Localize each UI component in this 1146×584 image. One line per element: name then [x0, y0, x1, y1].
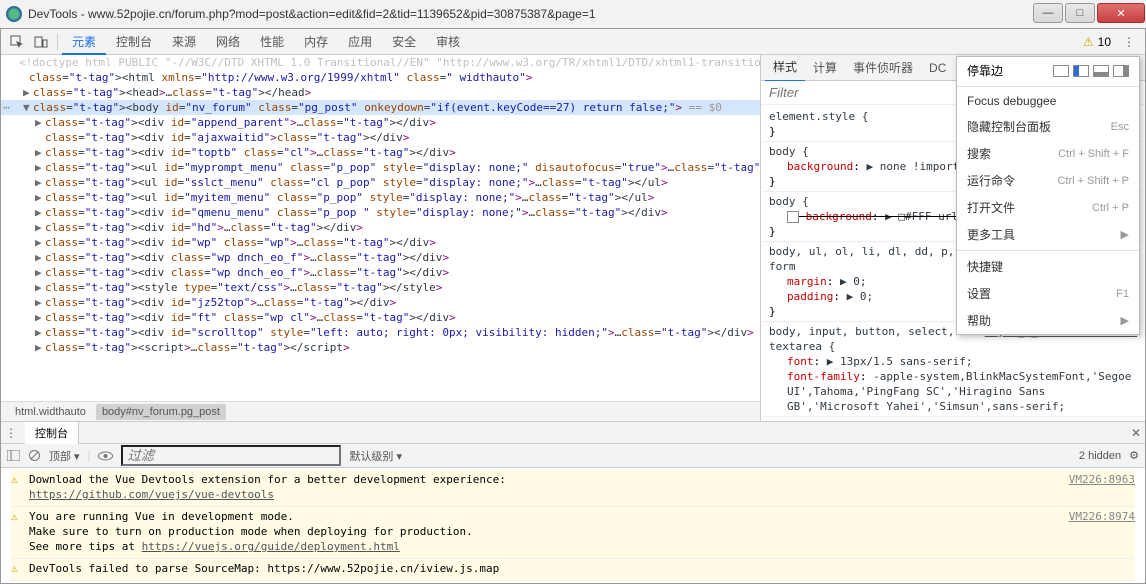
dom-node[interactable]: ▶class="t-tag"><ul id="myprompt_menu" cl…	[1, 160, 760, 175]
tab-application[interactable]: 应用	[338, 28, 382, 55]
context-selector[interactable]: 顶部 ▾	[49, 448, 80, 464]
window-controls: — □ ✕	[1032, 3, 1146, 25]
console-sidebar-icon[interactable]	[7, 450, 20, 461]
dock-undock-icon[interactable]	[1053, 65, 1069, 77]
minimize-button[interactable]: —	[1033, 3, 1063, 23]
dom-node[interactable]: ▶class="t-tag"><div id="append_parent">……	[1, 115, 760, 130]
maximize-button[interactable]: □	[1065, 3, 1095, 23]
tab-network[interactable]: 网络	[206, 28, 250, 55]
breadcrumb-item[interactable]: body#nv_forum.pg_post	[96, 404, 226, 420]
console-drawer: ⋮ 控制台 ✕ 顶部 ▾ | 默认级别 ▾ 2 hidden ⚙ VM226:8…	[1, 422, 1145, 583]
dom-node[interactable]: class="t-tag"><html xmlns="http://www.w3…	[1, 70, 760, 85]
main-tabstrip: 元素 控制台 来源 网络 性能 内存 应用 安全 审核 10 ⋮	[1, 29, 1145, 55]
dom-node[interactable]: ▶class="t-tag"><ul id="myitem_menu" clas…	[1, 190, 760, 205]
dom-tree[interactable]: <!doctype html PUBLIC "-//W3C//DTD XHTML…	[1, 55, 760, 401]
console-message[interactable]: VM226:8974You are running Vue in develop…	[11, 507, 1135, 559]
dom-node[interactable]: ▶class="t-tag"><div id="toptb" class="cl…	[1, 145, 760, 160]
menu-item[interactable]: 打开文件Ctrl + P	[957, 194, 1139, 221]
console-message[interactable]: VM226:8963Download the Vue Devtools exte…	[11, 470, 1135, 507]
dom-node[interactable]: ▶class="t-tag"><div id="jz52top">…class=…	[1, 295, 760, 310]
message-source-link[interactable]: VM226:8963	[1069, 472, 1135, 487]
warning-count[interactable]: 10	[1083, 35, 1111, 49]
tab-audits[interactable]: 审核	[426, 28, 470, 55]
message-link[interactable]: https://vuejs.org/guide/deployment.html	[142, 540, 400, 553]
dom-node[interactable]: ▶class="t-tag"><div id="scrolltop" style…	[1, 325, 760, 340]
tab-memory[interactable]: 内存	[294, 28, 338, 55]
tab-performance[interactable]: 性能	[250, 28, 294, 55]
tab-styles[interactable]: 样式	[765, 53, 805, 82]
property-checkbox[interactable]	[787, 211, 799, 223]
tab-computed[interactable]: 计算	[805, 54, 845, 81]
menu-item[interactable]: 运行命令Ctrl + Shift + P	[957, 167, 1139, 194]
message-source-link[interactable]: VM226:8974	[1069, 509, 1135, 524]
warning-icon	[11, 472, 18, 487]
warning-number: 10	[1098, 35, 1111, 49]
dom-node[interactable]: ▶class="t-tag"><style type="text/css">…c…	[1, 280, 760, 295]
menu-item[interactable]: 更多工具▶	[957, 221, 1139, 248]
dom-node[interactable]: ▶class="t-tag"><div id="hd">…class="t-ta…	[1, 220, 760, 235]
clear-console-icon[interactable]	[28, 449, 41, 462]
message-link[interactable]: https://github.com/vuejs/vue-devtools	[29, 488, 274, 501]
dom-node[interactable]: class="t-tag"><div id="ajaxwaitid">class…	[1, 130, 760, 145]
tab-console[interactable]: 控制台	[106, 28, 162, 55]
menu-item[interactable]: Focus debuggee	[957, 89, 1139, 113]
dom-node[interactable]: ▶class="t-tag"><div id="ft" class="wp cl…	[1, 310, 760, 325]
menu-item[interactable]: 搜索Ctrl + Shift + F	[957, 140, 1139, 167]
dock-side-label: 停靠边	[967, 62, 1003, 79]
hidden-count[interactable]: 2 hidden	[1079, 450, 1121, 462]
dock-side-row: 停靠边	[957, 57, 1139, 84]
drawer-tab-console[interactable]: 控制台	[25, 421, 79, 444]
dom-node[interactable]: ⋯▼class="t-tag"><body id="nv_forum" clas…	[1, 100, 760, 115]
dom-node[interactable]: ▶class="t-tag"><script>…class="t-tag"></…	[1, 340, 760, 355]
drawer-more-icon[interactable]: ⋮	[1, 426, 21, 440]
inspect-icon[interactable]	[7, 32, 27, 52]
warning-icon	[11, 509, 18, 524]
dock-bottom-icon[interactable]	[1093, 65, 1109, 77]
menu-item[interactable]: 设置F1	[957, 280, 1139, 307]
more-icon[interactable]: ⋮	[1119, 32, 1139, 52]
menu-item[interactable]: 快捷键	[957, 253, 1139, 280]
dom-node[interactable]: ▶class="t-tag"><div id="wp" class="wp">……	[1, 235, 760, 250]
breadcrumb[interactable]: html.widthauto body#nv_forum.pg_post	[1, 401, 760, 421]
menu-item[interactable]: 隐藏控制台面板Esc	[957, 113, 1139, 140]
app-icon	[6, 6, 22, 22]
dom-node[interactable]: ▶class="t-tag"><div class="wp dnch_eo_f"…	[1, 265, 760, 280]
warning-icon	[1083, 35, 1094, 49]
tab-security[interactable]: 安全	[382, 28, 426, 55]
warning-icon	[11, 561, 18, 576]
console-message[interactable]: DevTools failed to parse SourceMap: http…	[11, 559, 1135, 581]
tab-elements[interactable]: 元素	[62, 28, 106, 55]
console-messages[interactable]: VM226:8963Download the Vue Devtools exte…	[1, 468, 1145, 583]
live-expression-icon[interactable]	[98, 451, 113, 461]
dom-node[interactable]: ▶class="t-tag"><head>…class="t-tag"></he…	[1, 85, 760, 100]
breadcrumb-item[interactable]: html.widthauto	[9, 404, 92, 420]
dom-node[interactable]: ▶class="t-tag"><div class="wp dnch_eo_f"…	[1, 250, 760, 265]
console-filter-input[interactable]	[121, 445, 341, 466]
dock-left-icon[interactable]	[1073, 65, 1089, 77]
dom-node[interactable]: ▶class="t-tag"><ul id="sslct_menu" class…	[1, 175, 760, 190]
close-button[interactable]: ✕	[1097, 3, 1145, 23]
dock-right-icon[interactable]	[1113, 65, 1129, 77]
log-level-selector[interactable]: 默认级别 ▾	[349, 448, 402, 464]
window-title: DevTools - www.52pojie.cn/forum.php?mod=…	[28, 7, 1032, 21]
window-titlebar: DevTools - www.52pojie.cn/forum.php?mod=…	[0, 0, 1146, 28]
console-settings-icon[interactable]: ⚙	[1129, 449, 1139, 462]
menu-item[interactable]: 帮助▶	[957, 307, 1139, 334]
device-toggle-icon[interactable]	[31, 32, 51, 52]
tab-event-listeners[interactable]: 事件侦听器	[845, 54, 921, 81]
dom-node[interactable]: ▶class="t-tag"><div id="qmenu_menu" clas…	[1, 205, 760, 220]
drawer-close-icon[interactable]: ✕	[1127, 426, 1145, 440]
css-rule[interactable]: style_1_com…n.css?M7x:1body, input, butt…	[763, 322, 1143, 417]
tab-dom-breakpoints[interactable]: DC	[921, 56, 954, 80]
devtools-context-menu: 停靠边 Focus debuggee隐藏控制台面板Esc搜索Ctrl + Shi…	[956, 56, 1140, 335]
tab-sources[interactable]: 来源	[162, 28, 206, 55]
